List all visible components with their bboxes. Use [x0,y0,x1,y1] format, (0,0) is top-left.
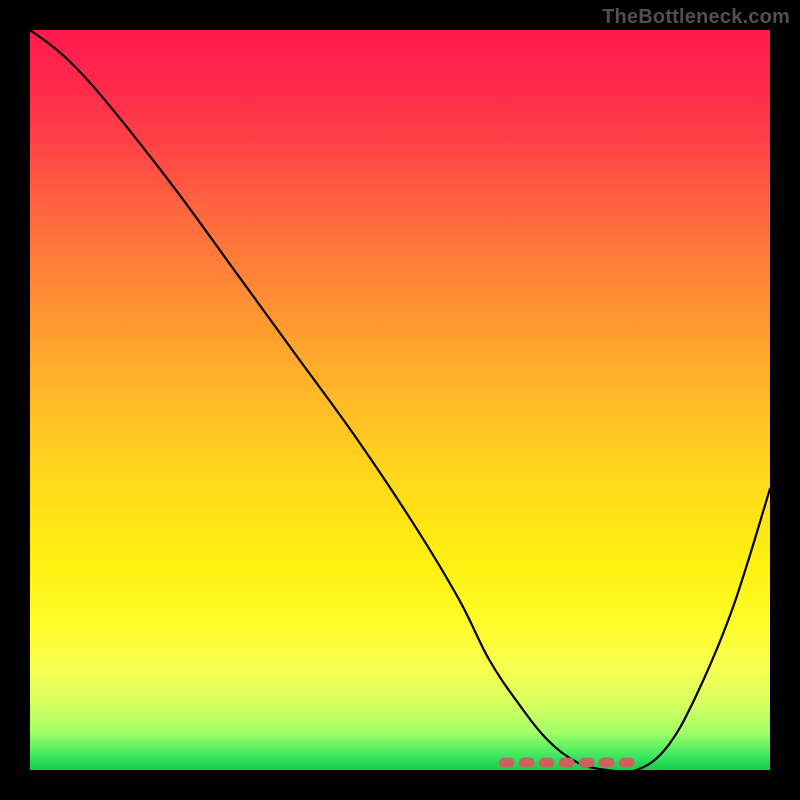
bottleneck-curve [30,30,770,772]
chart-svg [30,30,770,770]
watermark-text: TheBottleneck.com [602,6,790,29]
chart-container: TheBottleneck.com [0,0,800,800]
plot-area [30,30,770,770]
